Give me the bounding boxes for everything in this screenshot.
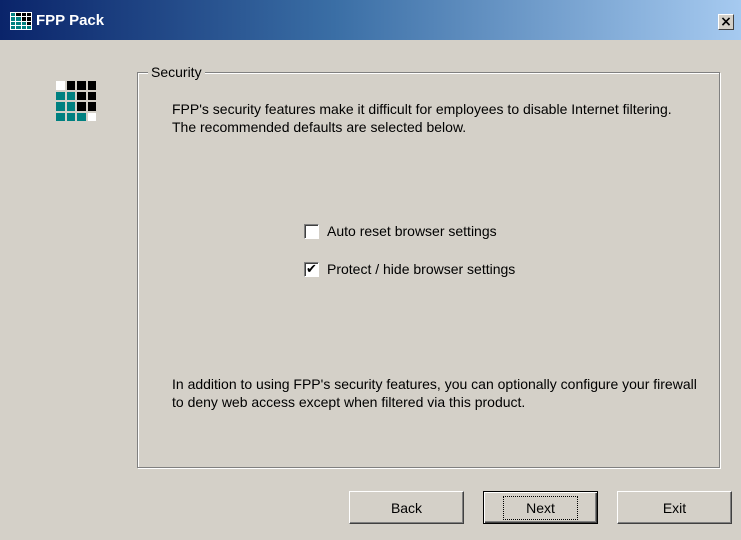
next-button[interactable]: Next	[483, 491, 598, 524]
exit-button[interactable]: Exit	[617, 491, 732, 524]
app-icon	[10, 12, 32, 30]
fpp-logo-icon	[56, 81, 96, 121]
next-button-label: Next	[503, 495, 578, 520]
auto-reset-label[interactable]: Auto reset browser settings	[327, 223, 497, 239]
close-button[interactable]: ×	[718, 14, 734, 30]
security-group-label: Security	[148, 64, 205, 80]
auto-reset-checkbox[interactable]	[304, 223, 319, 239]
back-button[interactable]: Back	[349, 491, 464, 524]
protect-hide-checkbox[interactable]: ✔	[304, 261, 319, 277]
security-description: FPP's security features make it difficul…	[172, 101, 672, 135]
window-title: FPP Pack	[36, 12, 105, 29]
protect-hide-option[interactable]: ✔ Protect / hide browser settings	[304, 260, 515, 278]
close-icon: ×	[720, 14, 732, 30]
firewall-note: In addition to using FPP's security feat…	[172, 376, 697, 410]
protect-hide-label[interactable]: Protect / hide browser settings	[327, 261, 515, 277]
title-bar: FPP Pack ×	[0, 0, 741, 40]
auto-reset-option[interactable]: Auto reset browser settings	[304, 222, 497, 240]
